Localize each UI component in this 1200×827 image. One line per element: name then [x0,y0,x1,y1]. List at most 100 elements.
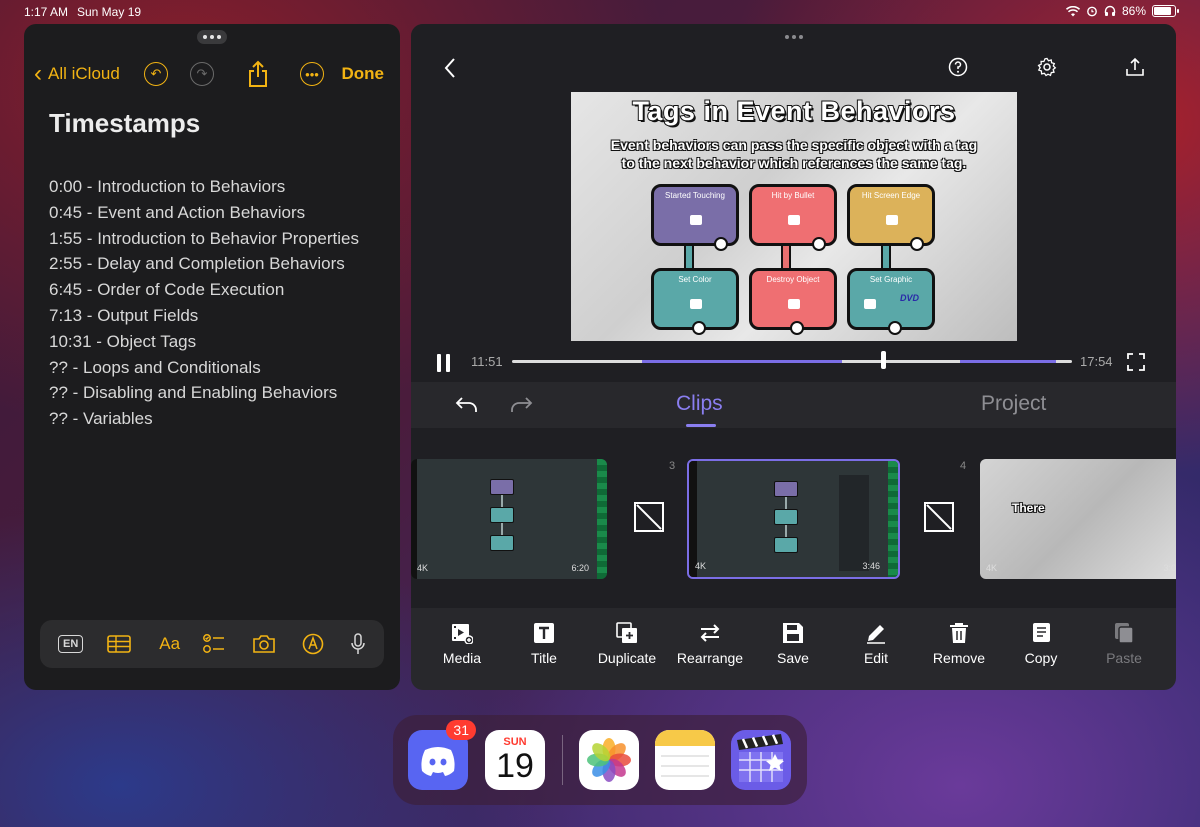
note-line[interactable]: 10:31 - Object Tags [49,329,359,355]
tab-project[interactable]: Project [981,392,1046,416]
preview-area: Tags in Event Behaviors Event behaviors … [411,24,1176,382]
clip-segment-highlight [960,360,1056,363]
title-text-icon [534,623,554,643]
block-label: Set Graphic [869,275,913,284]
block-label: Hit Screen Edge [861,191,921,200]
copy-label: Copy [1024,650,1058,666]
done-button[interactable]: Done [342,64,385,84]
block-label: Set Color [678,275,712,284]
block-label: Destroy Object [766,275,820,284]
clip-segment-highlight [642,360,842,363]
mini-block [774,481,798,497]
multitasking-grabber[interactable] [779,30,809,44]
discord-app[interactable]: 31 [408,720,476,790]
alarm-icon [1087,6,1097,17]
note-line[interactable]: ?? - Variables [49,406,359,432]
tag-icon [690,215,702,225]
keyboard-language-label: EN [58,635,84,653]
note-line[interactable]: 1:55 - Introduction to Behavior Properti… [49,226,359,252]
media-label: Media [442,650,482,666]
checklist-icon[interactable] [202,632,226,656]
save-button[interactable]: Save [753,622,833,666]
trash-icon [950,623,968,643]
paste-button[interactable]: Paste [1084,622,1164,666]
calendar-app[interactable]: SUN 19 [485,730,545,790]
pause-button[interactable] [437,354,453,372]
edit-button[interactable]: Edit [836,622,916,666]
headphones-icon [1104,5,1116,16]
back-button-label: All iCloud [48,64,120,83]
clip-thumbnail[interactable]: There 4K 3:0 [980,459,1176,579]
note-line[interactable]: ?? - Loops and Conditionals [49,355,359,381]
notes-icon [655,730,715,777]
behavior-block-set-color: Set Color [651,268,739,335]
note-title[interactable]: Timestamps [49,108,200,139]
redo-icon[interactable] [509,394,533,414]
help-icon[interactable] [948,57,968,77]
note-line[interactable]: 7:13 - Output Fields [49,303,359,329]
output-dot [888,321,902,335]
photos-app[interactable] [579,730,639,790]
scrubber-handle[interactable] [880,351,886,369]
video-preview[interactable]: Tags in Event Behaviors Event behaviors … [571,92,1017,341]
clip-resolution-badge: 4K [986,563,998,573]
duplicate-label: Duplicate [597,650,657,666]
export-share-icon[interactable] [1125,57,1145,77]
chevron-left-icon: ‹ [34,60,42,87]
note-line[interactable]: 6:45 - Order of Code Execution [49,277,359,303]
copy-button[interactable]: Copy [1001,622,1081,666]
editor-tabs: Clips Project [411,382,1176,428]
text-format-button[interactable]: Aa [159,632,180,656]
transition-none-icon[interactable] [924,502,954,532]
preview-subtitle-line: to the next behavior which references th… [621,155,967,171]
tab-clips[interactable]: Clips [676,392,723,416]
undo-icon[interactable] [455,394,479,414]
dock-divider [562,735,563,785]
video-editor-app[interactable] [731,730,791,790]
note-line[interactable]: 0:45 - Event and Action Behaviors [49,200,359,226]
camera-icon[interactable] [252,632,276,656]
multitasking-grabber[interactable] [197,30,227,44]
behavior-block-started-touching: Started Touching [651,184,739,251]
output-dot [910,237,924,251]
undo-icon[interactable]: ↶ [144,62,168,86]
share-icon[interactable] [246,60,270,88]
duplicate-button[interactable]: Duplicate [587,622,667,666]
behavior-block-hit-screen-edge: Hit Screen Edge [847,184,935,251]
calendar-day: 19 [496,747,534,785]
rearrange-arrows-icon [700,624,720,642]
markup-pen-icon[interactable] [302,632,324,656]
back-button[interactable]: ‹ All iCloud [34,62,120,86]
media-button[interactable]: Media [422,622,502,666]
clip-timeline[interactable]: 4K 6:20 3 4K 3:46 4 There 4K 3:0 [411,428,1176,608]
microphone-icon[interactable] [350,632,366,656]
note-line[interactable]: ?? - Disabling and Enabling Behaviors [49,380,359,406]
clip-thumbnail-selected[interactable]: 4K 3:46 [687,459,900,579]
battery-percent: 86% [1121,4,1146,18]
notes-app[interactable] [655,730,715,790]
clip-duration: 6:20 [571,563,589,573]
behavior-block-set-graphic: Set Graphic DVD [847,268,935,335]
rearrange-button[interactable]: Rearrange [670,622,750,666]
note-line[interactable]: 2:55 - Delay and Completion Behaviors [49,251,359,277]
remove-button[interactable]: Remove [919,622,999,666]
clip-thumbnail[interactable]: 4K 6:20 [411,459,607,579]
status-time: 1:17 AM [24,5,69,19]
rearrange-label: Rearrange [676,650,744,666]
behavior-block-hit-by-bullet: Hit by Bullet [749,184,837,251]
redo-icon[interactable]: ↷ [190,62,214,86]
back-chevron-icon[interactable] [443,57,457,79]
note-body[interactable]: 0:00 - Introduction to Behaviors 0:45 - … [49,174,359,432]
keyboard-language-button[interactable]: EN [58,632,84,656]
scrubber-track[interactable] [512,360,1072,363]
remove-label: Remove [932,650,986,666]
fullscreen-icon[interactable] [1127,353,1145,371]
battery-icon [1152,5,1179,17]
transition-none-icon[interactable] [634,502,664,532]
title-button[interactable]: Title [504,622,584,666]
more-options-icon[interactable]: ••• [300,62,324,86]
settings-gear-icon[interactable] [1037,57,1057,77]
note-line[interactable]: 0:00 - Introduction to Behaviors [49,174,359,200]
tag-icon [788,299,800,309]
table-icon[interactable] [107,632,132,656]
